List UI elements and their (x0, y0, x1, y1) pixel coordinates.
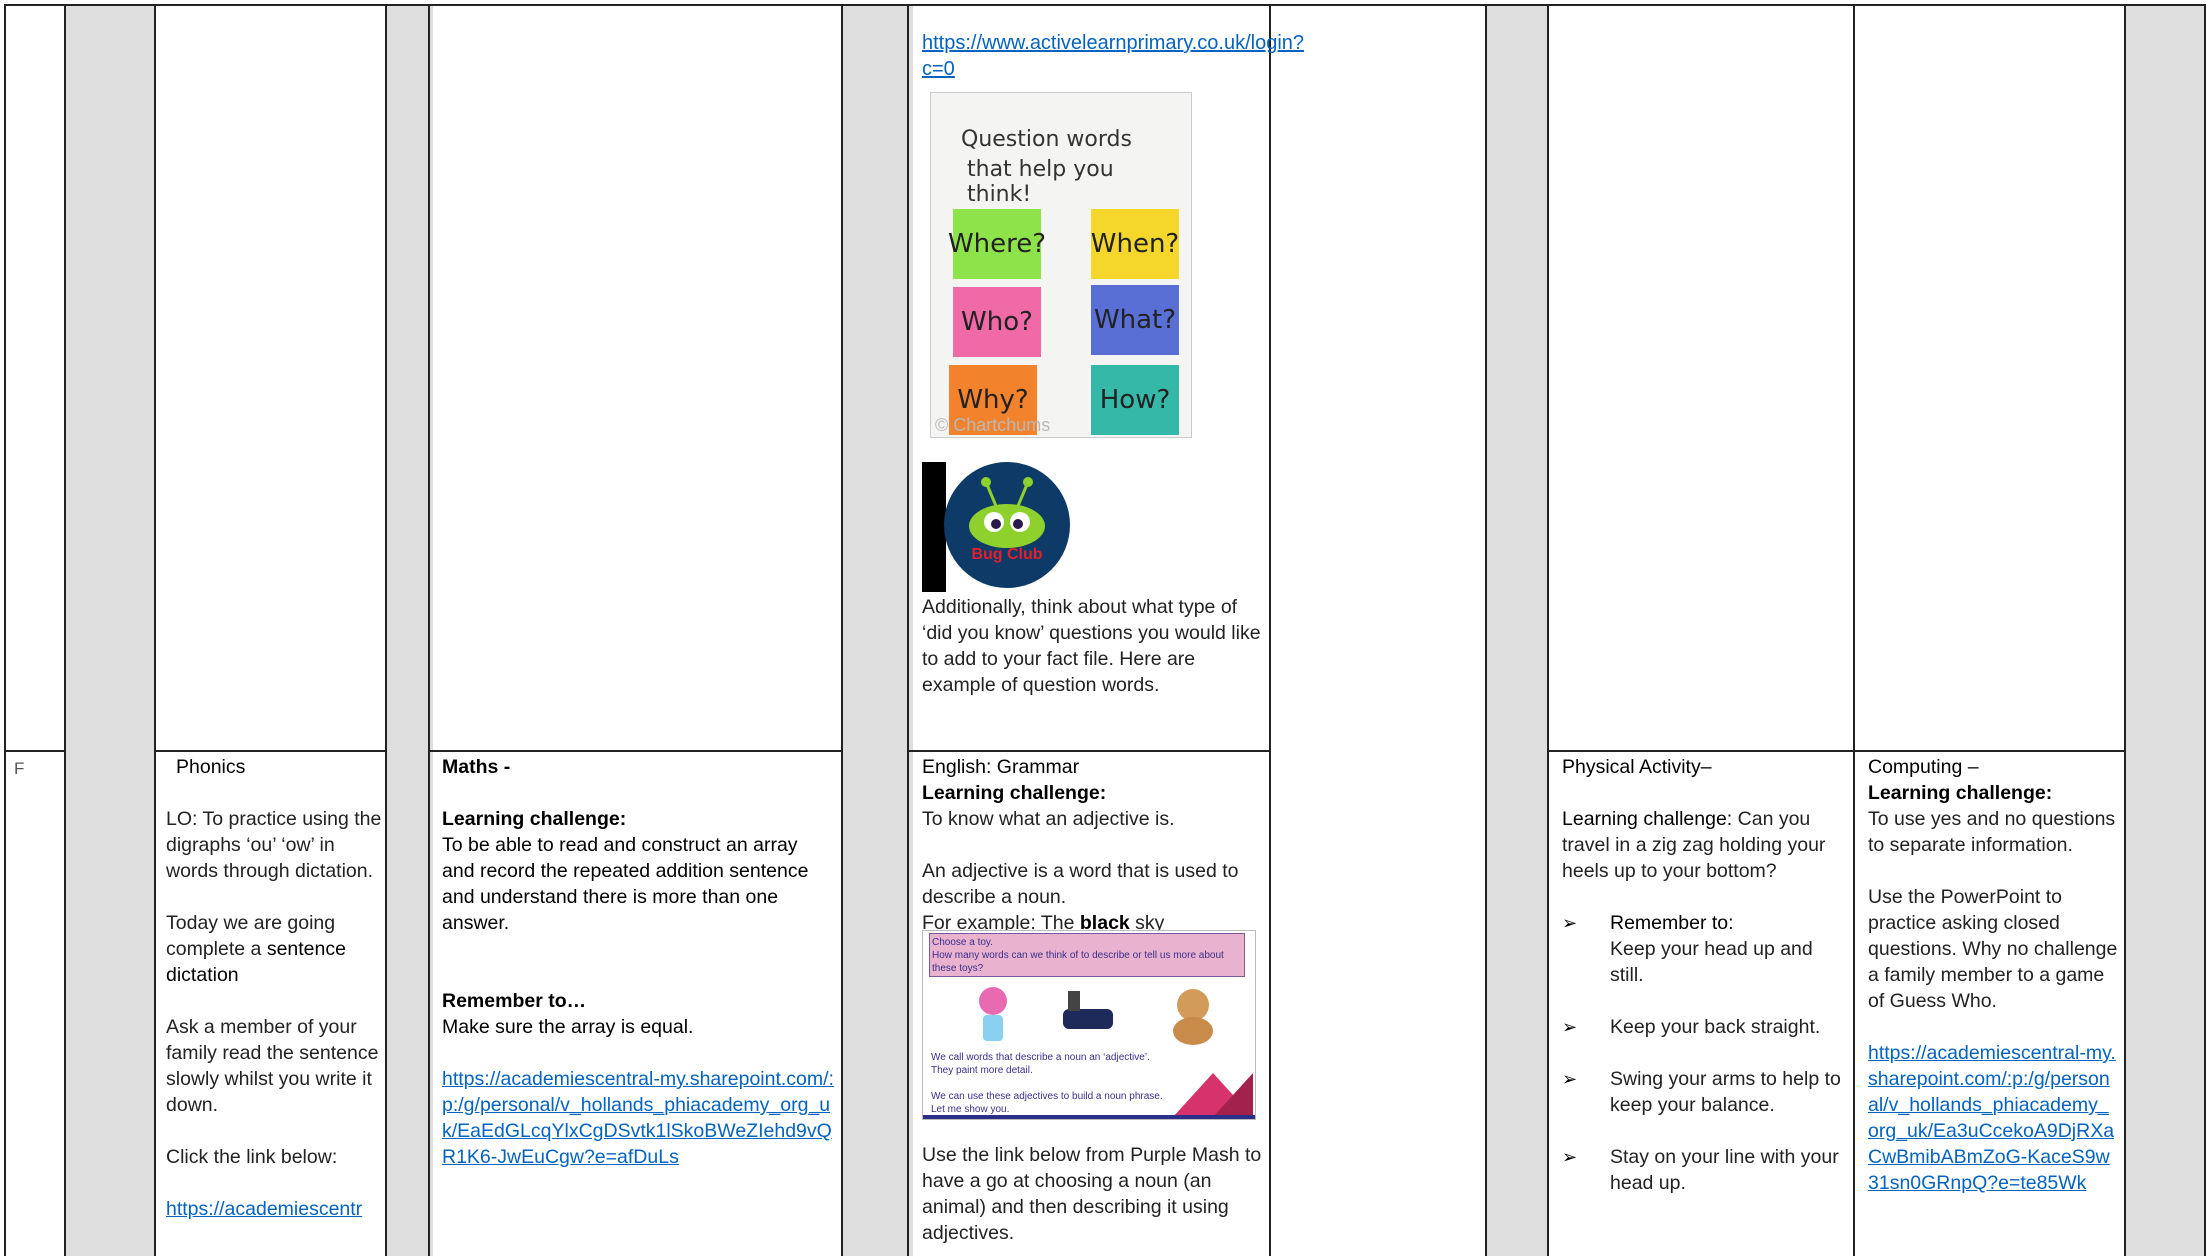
slide-header: Choose a toy. How many words can we think… (929, 933, 1245, 977)
arrow-bullet-icon: ➢ (1562, 1069, 1578, 1089)
computing-body: Use the PowerPoint to practice asking cl… (1868, 886, 2118, 1012)
phonics-click: Click the link below: (166, 1146, 338, 1168)
adjective-slide-image: Choose a toy. How many words can we think… (922, 930, 1256, 1120)
bug-club-label: Bug Club (971, 546, 1043, 563)
maths-remember-label: Remember to… (442, 990, 587, 1012)
arrow-bullet-icon: ➢ (1562, 1147, 1578, 1167)
toy-images (979, 987, 1213, 1045)
physical-title: Physical Activity– (1562, 756, 1712, 778)
grammar-title: English: Grammar (922, 756, 1080, 778)
spacer-column (387, 6, 433, 1256)
bug-club-logo: Bug Club (944, 462, 1070, 588)
physical-remember-list: ➢ Remember to: Keep your head up and sti… (1562, 910, 1848, 1196)
question-word-who: Who? (953, 287, 1041, 357)
question-words-title: Question words (961, 127, 1132, 152)
physical-challenge: Learning challenge: Can you travel in a … (1562, 808, 1826, 882)
bug-icon (969, 477, 1045, 548)
computing-title: Computing – (1868, 756, 1979, 778)
english-grammar-cell: English: Grammar Learning challenge: To … (922, 754, 1262, 936)
spacer-column (1487, 6, 1549, 1256)
slide-decoration (1173, 1073, 1253, 1117)
phonics-link[interactable]: https://academiescentr (166, 1196, 384, 1222)
maths-title: Maths - (442, 756, 511, 778)
arrow-bullet-icon: ➢ (1562, 1017, 1578, 1037)
question-word-what: What? (1091, 285, 1179, 355)
list-item: ➢ Stay on your line with your head up. (1562, 1146, 1839, 1194)
spacer-column (2126, 6, 2206, 1256)
maths-challenge: To be able to read and construct an arra… (442, 834, 809, 934)
phonics-title: Phonics (176, 756, 246, 778)
list-item: ➢ Swing your arms to help to keep your b… (1562, 1068, 1841, 1116)
phonics-ask: Ask a member of your family read the sen… (166, 1016, 379, 1116)
grammar-challenge: To know what an adjective is. (922, 808, 1175, 830)
question-word-where: Where? (948, 209, 1046, 279)
question-words-subtitle: that help you think! (967, 157, 1114, 207)
maths-remember: Make sure the array is equal. (442, 1016, 694, 1038)
arrow-bullet-icon: ➢ (1562, 913, 1578, 933)
purple-mash-text: Use the link below from Purple Mash to h… (922, 1144, 1262, 1244)
maths-link[interactable]: https://academiescentral-my.sharepoint.c… (442, 1066, 834, 1170)
slide-text: We call words that describe a noun an ‘a… (931, 1052, 1163, 1115)
list-item: ➢ Keep your back straight. (1562, 1016, 1821, 1038)
row-label: F (14, 759, 25, 778)
question-word-how: How? (1091, 365, 1179, 435)
grammar-definition: An adjective is a word that is used to d… (922, 860, 1239, 908)
computing-challenge: To use yes and no questions to separate … (1868, 808, 2116, 856)
computing-cell: Computing – Learning challenge: To use y… (1868, 754, 2118, 1196)
physical-activity-cell: Physical Activity– Learning challenge: C… (1562, 754, 1848, 1222)
activelearn-link[interactable]: https://www.activelearnprimary.co.uk/log… (922, 30, 1304, 82)
computing-link[interactable]: https://academiescentral-my.sharepoint.c… (1868, 1040, 2118, 1196)
question-words-image: Question words that help you think! Wher… (930, 92, 1192, 438)
english-top-cell: https://www.activelearnprimary.co.uk/log… (922, 30, 1304, 82)
spacer-column (66, 6, 156, 1256)
spacer-column (843, 6, 913, 1256)
maths-cell: Maths - Learning challenge: To be able t… (442, 754, 834, 1170)
computing-challenge-label: Learning challenge: (1868, 782, 2053, 804)
bug-club-bar (922, 462, 946, 592)
timetable-table: F https://www.activelearnprimary.co.uk/l… (4, 4, 2206, 1256)
phonics-today: Today we are going complete a sentence d… (166, 912, 346, 986)
phonics-lo: LO: To practice using the digraphs ‘ou’ … (166, 808, 382, 882)
question-word-when: When? (1091, 209, 1179, 279)
slide-footer-bar (923, 1115, 1255, 1119)
list-item: ➢ Remember to: Keep your head up and sti… (1562, 912, 1813, 986)
phonics-cell: Phonics LO: To practice using the digrap… (166, 754, 384, 1222)
grammar-challenge-label: Learning challenge: (922, 782, 1107, 804)
watermark: © Chartchums (935, 415, 1051, 435)
maths-challenge-label: Learning challenge: (442, 808, 627, 830)
did-you-know-note: Additionally, think about what type of ‘… (922, 596, 1261, 696)
